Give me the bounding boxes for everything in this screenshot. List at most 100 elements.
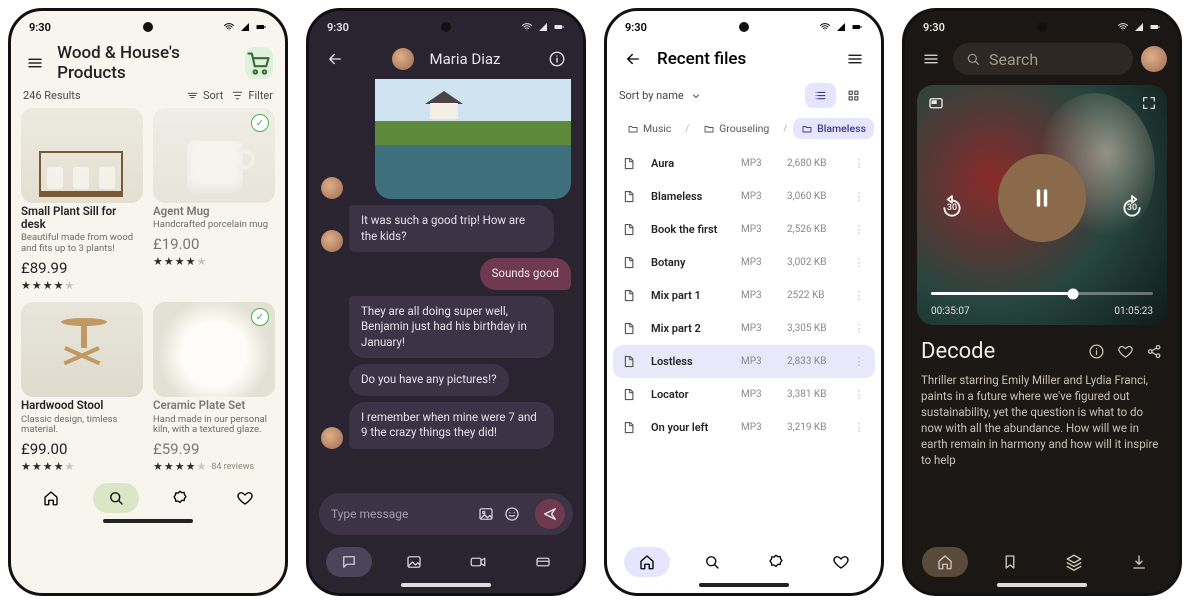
file-row[interactable]: On your leftMP33,219 KB⋮ [607, 411, 881, 444]
file-row[interactable]: Mix part 1MP32522 KB⋮ [607, 279, 881, 312]
message-bubble[interactable]: They are all doing super well, Benjamin … [349, 296, 554, 359]
nav-search[interactable] [93, 483, 139, 513]
nav-video[interactable] [455, 547, 501, 577]
nav-favorites[interactable] [222, 483, 268, 513]
file-more-button[interactable]: ⋮ [851, 388, 867, 401]
file-more-button[interactable]: ⋮ [851, 256, 867, 269]
nav-gallery[interactable] [391, 547, 437, 577]
file-row[interactable]: BotanyMP33,002 KB⋮ [607, 246, 881, 279]
heart-icon[interactable] [1117, 343, 1134, 360]
file-row[interactable]: LocatorMP33,381 KB⋮ [607, 378, 881, 411]
message-image[interactable] [375, 79, 571, 199]
crumb[interactable]: Grouseling [695, 118, 777, 139]
file-more-button[interactable]: ⋮ [851, 157, 867, 170]
file-more-button[interactable]: ⋮ [851, 289, 867, 302]
home-icon [638, 553, 656, 571]
message-row: It was such a good trip! How are the kid… [321, 205, 571, 252]
time-elapsed: 00:35:07 [931, 306, 970, 317]
skip-back-button[interactable]: 30 [939, 194, 965, 213]
nav-deals[interactable] [157, 483, 203, 513]
nav-download[interactable] [1116, 547, 1162, 577]
search-input[interactable]: Search [953, 43, 1133, 75]
product-price: £99.00 [21, 440, 143, 458]
product-card[interactable]: ✓ Ceramic Plate Set Hand made in our per… [153, 302, 275, 473]
file-row[interactable]: AuraMP32,680 KB⋮ [607, 147, 881, 180]
info-button[interactable] [543, 45, 571, 73]
file-row[interactable]: Mix part 2MP33,305 KB⋮ [607, 312, 881, 345]
gesture-bar[interactable] [699, 583, 789, 587]
bottom-nav [11, 477, 285, 517]
view-grid-button[interactable] [838, 83, 869, 108]
nav-settings[interactable] [753, 547, 799, 577]
file-more-button[interactable]: ⋮ [851, 421, 867, 434]
file-list[interactable]: AuraMP32,680 KB⋮BlamelessMP33,060 KB⋮Boo… [607, 147, 881, 541]
message-bubble[interactable]: I remember when mine were 7 and 9 the cr… [349, 402, 554, 449]
menu-button[interactable] [841, 45, 869, 73]
file-more-button[interactable]: ⋮ [851, 223, 867, 236]
grid-icon [846, 88, 861, 103]
play-pause-button[interactable] [998, 154, 1086, 242]
filter-button[interactable]: Filter [231, 89, 273, 102]
camera-punch [441, 22, 451, 32]
bottom-nav [309, 541, 583, 581]
nav-favorites[interactable] [818, 547, 864, 577]
avatar[interactable] [392, 48, 414, 70]
avatar[interactable] [1141, 46, 1167, 72]
emoji-icon[interactable] [503, 505, 521, 523]
gesture-bar[interactable] [401, 583, 491, 587]
file-row[interactable]: Book the firstMP32,526 KB⋮ [607, 213, 881, 246]
cart-icon [245, 49, 273, 77]
gesture-bar[interactable] [997, 583, 1087, 587]
nav-layers[interactable] [1051, 547, 1097, 577]
menu-button[interactable] [23, 49, 47, 77]
file-more-button[interactable]: ⋮ [851, 355, 867, 368]
contact-name[interactable]: Maria Diaz [430, 50, 501, 68]
camera-punch [1037, 22, 1047, 32]
file-more-button[interactable]: ⋮ [851, 322, 867, 335]
nav-home[interactable] [28, 483, 74, 513]
sort-dropdown[interactable]: Sort by name [619, 89, 702, 102]
message-bubble[interactable]: It was such a good trip! How are the kid… [349, 205, 554, 252]
fullscreen-button[interactable] [1141, 95, 1157, 115]
page-title: Wood & House's Products [57, 43, 225, 83]
file-icon [621, 387, 636, 402]
chat-scroll[interactable]: It was such a good trip! How are the kid… [309, 79, 583, 487]
image-icon[interactable] [477, 505, 495, 523]
send-button[interactable] [535, 499, 565, 529]
file-row[interactable]: LostlessMP32,833 KB⋮ [613, 345, 875, 378]
gesture-bar[interactable] [103, 519, 193, 523]
file-icon [621, 156, 636, 171]
message-input[interactable]: Type message [319, 493, 573, 535]
message-bubble[interactable]: Sounds good [480, 258, 571, 290]
file-more-button[interactable]: ⋮ [851, 190, 867, 203]
nav-library[interactable] [987, 547, 1033, 577]
crumb[interactable]: Blameless [793, 118, 874, 139]
file-name: Aura [651, 157, 733, 170]
file-type: MP3 [741, 323, 779, 334]
wifi-icon [521, 21, 533, 33]
product-card[interactable]: ✓ Agent Mug Handcrafted porcelain mug £1… [153, 108, 275, 292]
nav-card[interactable] [520, 547, 566, 577]
phone-media: 9:30 Search 30 [902, 8, 1182, 596]
nav-home[interactable] [624, 547, 670, 577]
product-card[interactable]: Hardwood Stool Classic design, timless m… [21, 302, 143, 473]
skip-forward-button[interactable]: 30 [1119, 194, 1145, 213]
back-button[interactable] [321, 45, 349, 73]
share-icon[interactable] [1146, 343, 1163, 360]
nav-home[interactable] [922, 547, 968, 577]
crumb[interactable]: Music [619, 118, 679, 139]
nav-chat[interactable] [326, 547, 372, 577]
sort-button[interactable]: Sort [186, 89, 223, 102]
view-list-button[interactable] [805, 83, 836, 108]
nav-search[interactable] [689, 547, 735, 577]
message-bubble[interactable]: Do you have any pictures!? [349, 364, 509, 396]
pip-button[interactable] [927, 95, 945, 117]
info-icon[interactable] [1088, 343, 1105, 360]
menu-button[interactable] [917, 45, 945, 73]
seek-bar[interactable] [931, 292, 1153, 295]
cart-button[interactable] [245, 47, 273, 79]
fullscreen-icon [1141, 95, 1157, 111]
file-row[interactable]: BlamelessMP33,060 KB⋮ [607, 180, 881, 213]
product-card[interactable]: Small Plant Sill for desk Beautiful made… [21, 108, 143, 292]
back-button[interactable] [619, 45, 647, 73]
